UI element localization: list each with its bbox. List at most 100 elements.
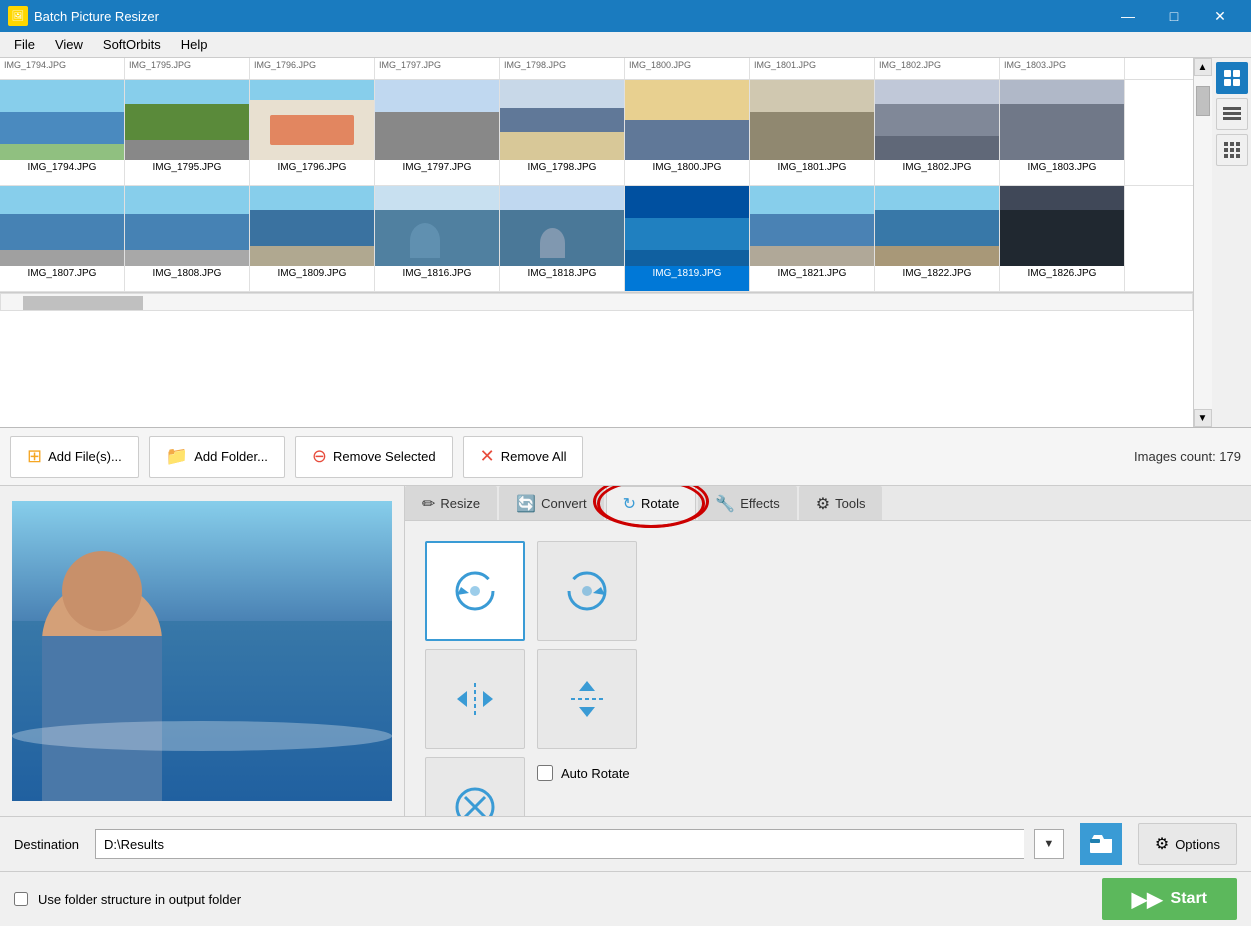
reset-button[interactable] bbox=[425, 757, 525, 816]
scroll-track[interactable] bbox=[1194, 76, 1212, 409]
add-files-icon: ⊞ bbox=[27, 446, 42, 467]
titlebar: 🖼 Batch Picture Resizer — □ ✕ bbox=[0, 0, 1251, 32]
close-button[interactable]: ✕ bbox=[1197, 0, 1243, 32]
flip-vertical-button[interactable] bbox=[537, 649, 637, 749]
tab-resize[interactable]: ✏ Resize bbox=[405, 486, 497, 520]
add-files-label: Add File(s)... bbox=[48, 449, 122, 464]
list-item[interactable]: IMG_1803.JPG bbox=[1000, 80, 1125, 185]
thumbnail bbox=[375, 186, 499, 266]
vertical-scrollbar: ▲ ▼ bbox=[1193, 58, 1211, 427]
use-folder-label[interactable]: Use folder structure in output folder bbox=[38, 892, 241, 907]
destination-input[interactable] bbox=[95, 829, 1024, 859]
flip-horizontal-button[interactable] bbox=[425, 649, 525, 749]
options-button[interactable]: ⚙ Options bbox=[1138, 823, 1237, 865]
start-label: Start bbox=[1171, 890, 1207, 908]
thumbnail bbox=[750, 186, 874, 266]
start-icon: ▶▶ bbox=[1132, 887, 1163, 912]
list-item[interactable]: IMG_1794.JPG bbox=[0, 80, 125, 185]
filename-label: IMG_1802.JPG bbox=[875, 160, 999, 175]
list-item[interactable]: IMG_1807.JPG bbox=[0, 186, 125, 291]
thumbnail bbox=[750, 80, 874, 160]
filename-label: IMG_1819.JPG bbox=[625, 266, 749, 281]
filename-label: IMG_1798.JPG bbox=[500, 160, 624, 175]
tabs-bar: ✏ Resize 🔄 Convert ↻ Rotate 🔧 Effects bbox=[405, 486, 1251, 521]
image-grid: IMG_1794.JPG IMG_1795.JPG IMG_1796.JPG I… bbox=[0, 58, 1193, 427]
scroll-thumb[interactable] bbox=[1196, 86, 1210, 116]
list-item[interactable]: IMG_1818.JPG bbox=[500, 186, 625, 291]
filename-label: IMG_1822.JPG bbox=[875, 266, 999, 281]
tab-convert[interactable]: 🔄 Convert bbox=[499, 486, 603, 520]
rotate-ccw-button[interactable] bbox=[425, 541, 525, 641]
filename-label: IMG_1803.JPG bbox=[1000, 160, 1124, 175]
destination-browse-button[interactable] bbox=[1080, 823, 1122, 865]
list-item[interactable]: IMG_1816.JPG bbox=[375, 186, 500, 291]
start-button[interactable]: ▶▶ Start bbox=[1102, 878, 1237, 920]
add-folder-icon: 📁 bbox=[166, 446, 188, 467]
list-item[interactable]: IMG_1797.JPG bbox=[375, 80, 500, 185]
tab-effects[interactable]: 🔧 Effects bbox=[698, 486, 796, 520]
toolbar: ⊞ Add File(s)... 📁 Add Folder... ⊖ Remov… bbox=[0, 428, 1251, 486]
menu-view[interactable]: View bbox=[45, 35, 93, 54]
scroll-down-arrow[interactable]: ▼ bbox=[1194, 409, 1212, 427]
thumbnail bbox=[500, 186, 624, 266]
list-item[interactable]: IMG_1809.JPG bbox=[250, 186, 375, 291]
maximize-button[interactable]: □ bbox=[1151, 0, 1197, 32]
view-grid-button[interactable] bbox=[1216, 134, 1248, 166]
minimize-button[interactable]: — bbox=[1105, 0, 1151, 32]
use-folder-checkbox[interactable] bbox=[14, 892, 28, 906]
thumbnail bbox=[250, 80, 374, 160]
rotate-cw-button[interactable] bbox=[537, 541, 637, 641]
filename-label: IMG_1808.JPG bbox=[125, 266, 249, 281]
thumbnail bbox=[375, 80, 499, 160]
scroll-up-arrow[interactable]: ▲ bbox=[1194, 58, 1212, 76]
view-list-button[interactable] bbox=[1216, 98, 1248, 130]
tab-rotate-label: Rotate bbox=[641, 496, 679, 511]
list-item[interactable]: IMG_1822.JPG bbox=[875, 186, 1000, 291]
preview-panel bbox=[0, 486, 405, 816]
filename-label: IMG_1801.JPG bbox=[750, 160, 874, 175]
list-item[interactable]: IMG_1821.JPG bbox=[750, 186, 875, 291]
remove-selected-button[interactable]: ⊖ Remove Selected bbox=[295, 436, 453, 478]
auto-rotate-label[interactable]: Auto Rotate bbox=[561, 766, 630, 781]
list-item[interactable]: IMG_1800.JPG bbox=[625, 80, 750, 185]
hscroll-thumb[interactable] bbox=[23, 296, 143, 310]
tab-tools[interactable]: ⚙ Tools bbox=[799, 486, 883, 520]
resize-icon: ✏ bbox=[422, 494, 435, 514]
filename-label: IMG_1826.JPG bbox=[1000, 266, 1124, 281]
thumbnail bbox=[875, 80, 999, 160]
tabs-panel: ✏ Resize 🔄 Convert ↻ Rotate 🔧 Effects bbox=[405, 486, 1251, 816]
filename-label: IMG_1795.JPG bbox=[125, 160, 249, 175]
list-item[interactable]: IMG_1808.JPG bbox=[125, 186, 250, 291]
filename-label: IMG_1809.JPG bbox=[250, 266, 374, 281]
list-item[interactable]: IMG_1802.JPG bbox=[875, 80, 1000, 185]
list-item[interactable]: IMG_1796.JPG bbox=[250, 80, 375, 185]
app-title: Batch Picture Resizer bbox=[34, 9, 1105, 24]
filename-label: IMG_1794.JPG bbox=[0, 160, 124, 175]
remove-selected-icon: ⊖ bbox=[312, 446, 327, 467]
remove-selected-label: Remove Selected bbox=[333, 449, 436, 464]
list-item[interactable]: IMG_1795.JPG bbox=[125, 80, 250, 185]
menu-help[interactable]: Help bbox=[171, 35, 218, 54]
list-item[interactable]: IMG_1826.JPG bbox=[1000, 186, 1125, 291]
tab-rotate[interactable]: ↻ Rotate bbox=[606, 486, 697, 520]
add-folder-button[interactable]: 📁 Add Folder... bbox=[149, 436, 285, 478]
list-item[interactable]: IMG_1819.JPG bbox=[625, 186, 750, 291]
filename-label: IMG_1816.JPG bbox=[375, 266, 499, 281]
menu-file[interactable]: File bbox=[4, 35, 45, 54]
list-item[interactable]: IMG_1801.JPG bbox=[750, 80, 875, 185]
images-count: Images count: 179 bbox=[1134, 449, 1241, 464]
add-folder-label: Add Folder... bbox=[194, 449, 268, 464]
destination-dropdown-button[interactable]: ▼ bbox=[1034, 829, 1064, 859]
hscroll-track bbox=[0, 293, 1193, 311]
thumbnail bbox=[1000, 80, 1124, 160]
list-item[interactable]: IMG_1798.JPG bbox=[500, 80, 625, 185]
horizontal-scrollbar[interactable] bbox=[0, 292, 1193, 310]
menu-softorbits[interactable]: SoftOrbits bbox=[93, 35, 171, 54]
view-thumbnails-button[interactable] bbox=[1216, 62, 1248, 94]
auto-rotate-checkbox[interactable] bbox=[537, 765, 553, 781]
add-files-button[interactable]: ⊞ Add File(s)... bbox=[10, 436, 139, 478]
remove-all-button[interactable]: ✕ Remove All bbox=[463, 436, 584, 478]
thumbnail bbox=[625, 80, 749, 160]
right-sidebar bbox=[1211, 58, 1251, 427]
thumbnail bbox=[125, 186, 249, 266]
